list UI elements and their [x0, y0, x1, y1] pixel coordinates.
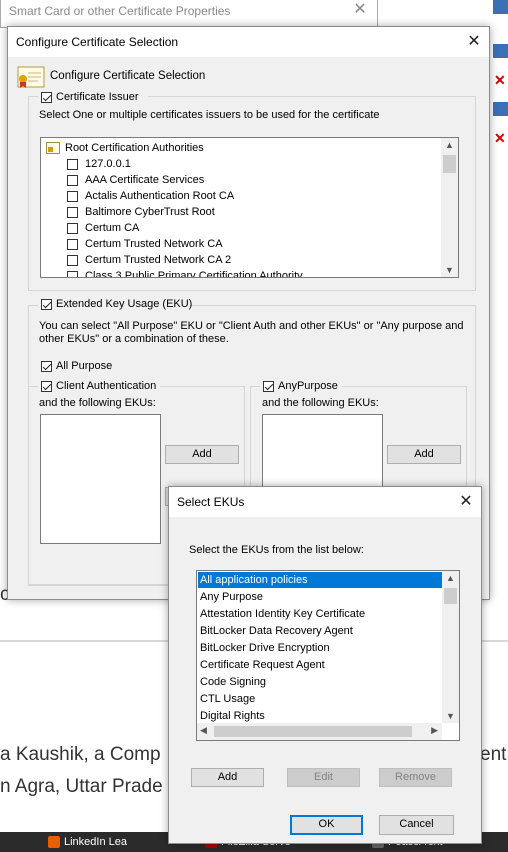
close-icon[interactable]: ✕	[349, 0, 371, 21]
configure-header-label: Configure Certificate Selection	[50, 70, 206, 82]
issuer-item[interactable]: Baltimore CyberTrust Root	[85, 204, 215, 220]
following-ekus-label-right: and the following EKUs:	[262, 397, 379, 409]
issuer-scrollbar[interactable]: ▲ ▼	[441, 138, 458, 277]
client-auth-checkbox[interactable]	[41, 381, 52, 392]
eku-checkbox[interactable]	[41, 299, 52, 310]
certificate-folder-icon	[46, 142, 60, 154]
issuer-item[interactable]: AAA Certificate Services	[85, 172, 204, 188]
select-ekus-titlebar: Select EKUs ✕	[169, 487, 481, 517]
add-any-eku-button[interactable]: Add	[387, 445, 461, 464]
certificate-issuer-label: Certificate Issuer	[56, 91, 139, 103]
eku-list-item[interactable]: All application policies	[198, 572, 444, 588]
add-client-eku-button[interactable]: Add	[165, 445, 239, 464]
edit-eku-button[interactable]: Edit	[287, 768, 360, 787]
issuer-checkbox[interactable]	[67, 191, 78, 202]
error-x-icon: ✕	[494, 130, 506, 146]
monitor-icon	[493, 102, 508, 116]
issuer-checkbox[interactable]	[67, 271, 78, 277]
ekus-horizontal-scrollbar[interactable]: ◀ ▶	[197, 723, 442, 740]
issuer-checkbox[interactable]	[67, 175, 78, 186]
any-purpose-label: AnyPurpose	[278, 380, 338, 392]
monitor-icon	[493, 44, 508, 58]
monitor-icon	[493, 0, 508, 14]
issuer-tree[interactable]: Root Certification Authorities 127.0.0.1…	[40, 137, 459, 278]
eku-description: You can select "All Purpose" EKU or "Cli…	[39, 320, 464, 345]
scroll-down-icon[interactable]: ▼	[441, 265, 458, 275]
eku-list-item[interactable]: CTL Usage	[200, 691, 255, 707]
select-ekus-instruction: Select the EKUs from the list below:	[189, 544, 364, 556]
issuer-checkbox[interactable]	[67, 207, 78, 218]
scroll-thumb[interactable]	[443, 155, 456, 173]
eku-list-item[interactable]: Certificate Request Agent	[200, 657, 325, 673]
back-window-titlebar: Smart Card or other Certificate Properti…	[1, 0, 377, 27]
ok-button[interactable]: OK	[290, 815, 363, 835]
issuer-instruction: Select One or multiple certificates issu…	[39, 109, 380, 121]
back-window: Smart Card or other Certificate Properti…	[0, 0, 378, 28]
issuer-checkbox[interactable]	[67, 223, 78, 234]
browser-icon	[48, 836, 60, 849]
client-auth-ekus-list[interactable]	[40, 414, 161, 544]
cancel-button[interactable]: Cancel	[379, 815, 454, 835]
scroll-thumb[interactable]	[214, 726, 412, 737]
eku-list-item[interactable]: BitLocker Data Recovery Agent	[200, 623, 353, 639]
issuer-checkbox[interactable]	[67, 159, 78, 170]
client-auth-label: Client Authentication	[56, 380, 157, 392]
select-ekus-window: Select EKUs ✕ Select the EKUs from the l…	[168, 486, 482, 844]
issuer-item[interactable]: Actalis Authentication Root CA	[85, 188, 234, 204]
scroll-down-icon[interactable]: ▼	[442, 711, 459, 721]
tree-root-label[interactable]: Root Certification Authorities	[65, 140, 204, 156]
scroll-right-icon[interactable]: ▶	[431, 725, 438, 736]
taskbar-item-linkedin[interactable]: LinkedIn Lea	[48, 836, 168, 852]
close-icon[interactable]: ✕	[463, 31, 485, 53]
scroll-up-icon[interactable]: ▲	[441, 140, 458, 150]
eku-list-item[interactable]: Code Signing	[200, 674, 266, 690]
background-snippet-2b: ent	[480, 744, 507, 765]
scroll-left-icon[interactable]: ◀	[200, 725, 207, 736]
certificate-issuer-checkbox[interactable]	[41, 92, 52, 103]
any-purpose-checkbox[interactable]	[263, 381, 274, 392]
configure-window-title: Configure Certificate Selection	[16, 35, 179, 49]
select-ekus-title: Select EKUs	[177, 495, 245, 509]
scroll-up-icon[interactable]: ▲	[442, 573, 459, 583]
all-purpose-checkbox[interactable]	[41, 361, 52, 372]
background-snippet-3: n Agra, Uttar Prade	[0, 776, 163, 797]
issuer-item[interactable]: Certum Trusted Network CA	[85, 236, 223, 252]
scroll-thumb[interactable]	[444, 588, 457, 604]
eku-list-item[interactable]: BitLocker Drive Encryption	[200, 640, 330, 656]
error-x-icon: ✕	[494, 72, 506, 88]
add-eku-button[interactable]: Add	[191, 768, 264, 787]
issuer-item[interactable]: Certum CA	[85, 220, 139, 236]
eku-list-item[interactable]: Any Purpose	[200, 589, 263, 605]
issuer-checkbox[interactable]	[67, 255, 78, 266]
issuer-checkbox[interactable]	[67, 239, 78, 250]
issuer-item[interactable]: 127.0.0.1	[85, 156, 131, 172]
certificate-icon	[17, 66, 45, 88]
eku-list-item[interactable]: Digital Rights	[200, 708, 265, 724]
configure-titlebar: Configure Certificate Selection ✕	[8, 27, 489, 57]
all-purpose-label: All Purpose	[56, 360, 113, 372]
background-snippet-2: a Kaushik, a Comp	[0, 744, 161, 765]
following-ekus-label-left: and the following EKUs:	[39, 397, 156, 409]
ekus-list[interactable]: All application policies Any Purpose Att…	[196, 570, 460, 741]
close-icon[interactable]: ✕	[455, 491, 477, 513]
remove-eku-button[interactable]: Remove	[379, 768, 452, 787]
issuer-item[interactable]: Certum Trusted Network CA 2	[85, 252, 231, 268]
eku-label: Extended Key Usage (EKU)	[56, 298, 193, 310]
issuer-item[interactable]: Class 3 Public Primary Certification Aut…	[85, 268, 303, 277]
back-window-title: Smart Card or other Certificate Properti…	[9, 4, 231, 18]
eku-list-item[interactable]: Attestation Identity Key Certificate	[200, 606, 365, 622]
ekus-vertical-scrollbar[interactable]: ▲ ▼	[442, 571, 459, 723]
